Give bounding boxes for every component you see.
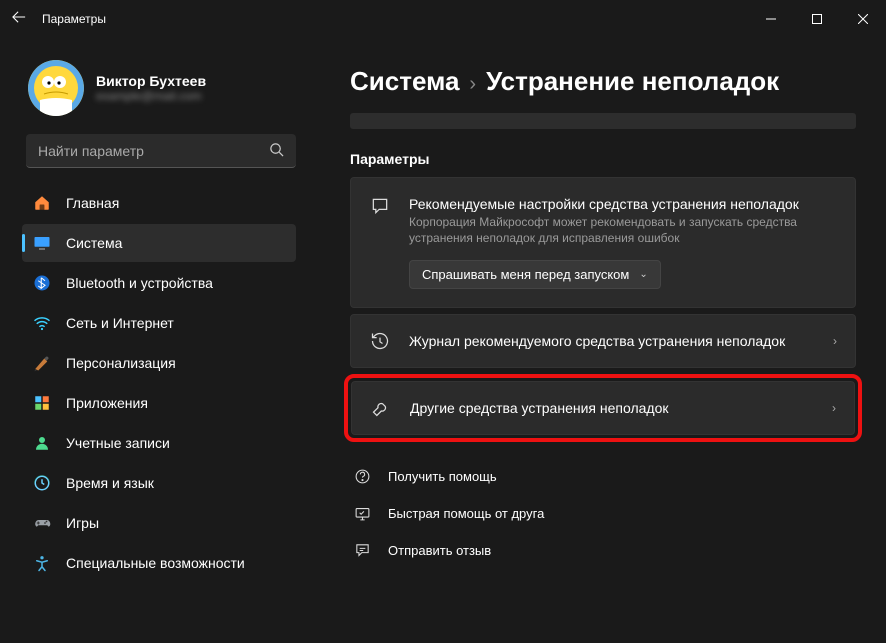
sidebar-item-label: Система: [66, 235, 122, 251]
sidebar: Виктор Бухтеев example@mail.com Главная С…: [0, 38, 310, 643]
breadcrumb-leaf: Устранение неполадок: [486, 66, 779, 97]
sidebar-item-label: Время и язык: [66, 475, 154, 491]
card-title: Другие средства устранения неполадок: [410, 400, 814, 416]
window-controls: [748, 0, 886, 38]
highlight-box: Другие средства устранения неполадок ›: [344, 374, 862, 442]
sidebar-item-label: Специальные возможности: [66, 555, 245, 571]
minimize-button[interactable]: [748, 0, 794, 38]
profile-name: Виктор Бухтеев: [96, 73, 206, 89]
avatar: [28, 60, 84, 116]
main-panel: Система › Устранение неполадок Параметры…: [310, 38, 886, 643]
card-subtitle: Корпорация Майкрософт может рекомендоват…: [409, 214, 837, 246]
bluetooth-icon: [32, 273, 52, 293]
sidebar-item-label: Bluetooth и устройства: [66, 275, 213, 291]
personal-icon: [32, 353, 52, 373]
card-title: Рекомендуемые настройки средства устране…: [409, 196, 837, 212]
sidebar-item-label: Игры: [66, 515, 99, 531]
sidebar-item-apps[interactable]: Приложения: [22, 384, 296, 422]
card-other-troubleshooters[interactable]: Другие средства устранения неполадок ›: [351, 381, 855, 435]
link-quick-assist[interactable]: Быстрая помощь от друга: [350, 495, 856, 532]
gaming-icon: [32, 513, 52, 533]
sidebar-item-home[interactable]: Главная: [22, 184, 296, 222]
help-icon: [352, 468, 372, 485]
search-box[interactable]: [26, 134, 296, 168]
sidebar-item-label: Персонализация: [66, 355, 176, 371]
card-troubleshoot-history[interactable]: Журнал рекомендуемого средства устранени…: [350, 314, 856, 368]
window-title: Параметры: [38, 12, 748, 26]
nav-list: Главная Система Bluetooth и устройства Сеть…: [22, 184, 300, 643]
link-get-help[interactable]: Получить помощь: [350, 458, 856, 495]
access-icon: [32, 553, 52, 573]
chevron-right-icon: ›: [469, 73, 476, 96]
history-icon: [369, 331, 391, 351]
placeholder-bar: [350, 113, 856, 129]
quick-assist-icon: [352, 505, 372, 522]
profile-block[interactable]: Виктор Бухтеев example@mail.com: [22, 50, 300, 134]
sidebar-item-label: Учетные записи: [66, 435, 170, 451]
link-label: Отправить отзыв: [388, 543, 491, 558]
settings-window: Параметры: [0, 0, 886, 643]
apps-icon: [32, 393, 52, 413]
feedback-icon: [352, 542, 372, 559]
titlebar: Параметры: [0, 0, 886, 38]
back-button[interactable]: [12, 10, 38, 28]
sidebar-item-label: Главная: [66, 195, 119, 211]
network-icon: [32, 313, 52, 333]
sidebar-item-access[interactable]: Специальные возможности: [22, 544, 296, 582]
search-input[interactable]: [38, 143, 269, 159]
maximize-button[interactable]: [794, 0, 840, 38]
dropdown-ask-before-run[interactable]: Спрашивать меня перед запуском ⌄: [409, 260, 661, 289]
link-feedback[interactable]: Отправить отзыв: [350, 532, 856, 569]
wrench-icon: [370, 398, 392, 418]
sidebar-item-bluetooth[interactable]: Bluetooth и устройства: [22, 264, 296, 302]
dropdown-label: Спрашивать меня перед запуском: [422, 267, 629, 282]
system-icon: [32, 233, 52, 253]
card-title: Журнал рекомендуемого средства устранени…: [409, 333, 815, 349]
link-label: Получить помощь: [388, 469, 497, 484]
help-links: Получить помощь Быстрая помощь от друга …: [350, 458, 856, 569]
link-label: Быстрая помощь от друга: [388, 506, 544, 521]
home-icon: [32, 193, 52, 213]
sidebar-item-time[interactable]: Время и язык: [22, 464, 296, 502]
time-icon: [32, 473, 52, 493]
section-label: Параметры: [350, 151, 856, 167]
sidebar-item-gaming[interactable]: Игры: [22, 504, 296, 542]
breadcrumb: Система › Устранение неполадок: [350, 66, 856, 97]
sidebar-item-accounts[interactable]: Учетные записи: [22, 424, 296, 462]
sidebar-item-system[interactable]: Система: [22, 224, 296, 262]
sidebar-item-label: Сеть и Интернет: [66, 315, 174, 331]
close-button[interactable]: [840, 0, 886, 38]
card-recommended-settings[interactable]: Рекомендуемые настройки средства устране…: [350, 177, 856, 308]
sidebar-item-network[interactable]: Сеть и Интернет: [22, 304, 296, 342]
sidebar-item-label: Приложения: [66, 395, 148, 411]
chevron-right-icon: ›: [832, 401, 836, 415]
chevron-right-icon: ›: [833, 334, 837, 348]
sidebar-item-personal[interactable]: Персонализация: [22, 344, 296, 382]
breadcrumb-root[interactable]: Система: [350, 66, 459, 97]
chat-icon: [369, 196, 391, 216]
profile-email: example@mail.com: [96, 89, 206, 103]
chevron-down-icon: ⌄: [639, 269, 647, 280]
search-icon: [269, 142, 284, 160]
accounts-icon: [32, 433, 52, 453]
